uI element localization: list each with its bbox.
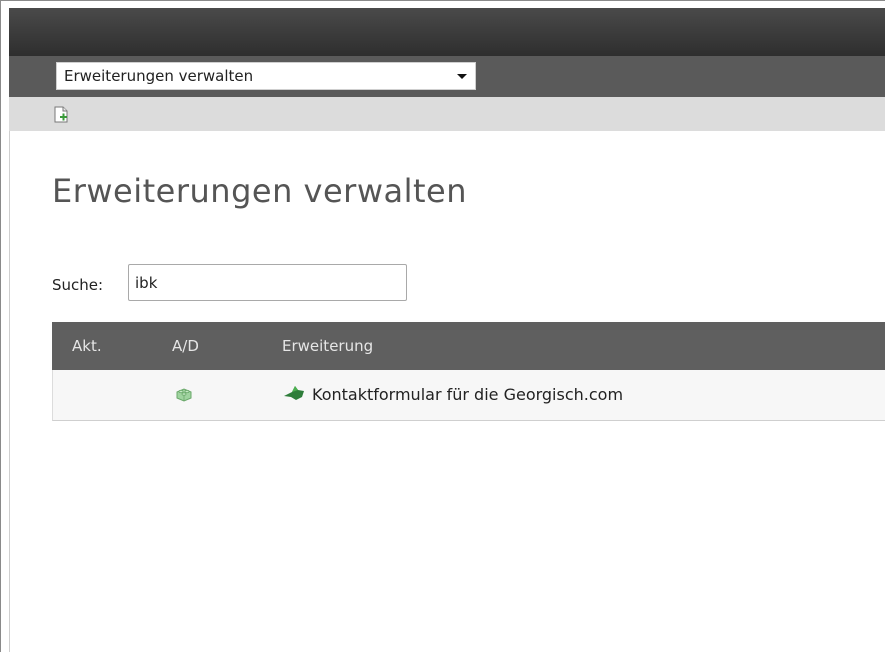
extensions-table: Akt. A/D Erweiterung Kontaktformular für… bbox=[52, 322, 885, 421]
search-input[interactable] bbox=[128, 264, 407, 301]
extension-title-link[interactable]: Kontaktformular für die Georgisch.com bbox=[312, 385, 623, 404]
column-header-ad[interactable]: A/D bbox=[172, 337, 199, 355]
module-select-dropdown[interactable]: Erweiterungen verwalten bbox=[56, 62, 476, 90]
page-title: Erweiterungen verwalten bbox=[52, 172, 467, 210]
column-header-action[interactable]: Akt. bbox=[72, 337, 102, 355]
doc-header-toolbar bbox=[9, 97, 885, 131]
module-select-bar: Erweiterungen verwalten bbox=[9, 56, 885, 97]
chevron-down-icon bbox=[457, 74, 467, 79]
content-border bbox=[9, 131, 10, 652]
new-document-icon[interactable] bbox=[54, 106, 68, 123]
lego-brick-icon[interactable] bbox=[175, 386, 193, 403]
module-select-value: Erweiterungen verwalten bbox=[64, 67, 254, 85]
table-row: Kontaktformular für die Georgisch.com bbox=[52, 370, 885, 421]
extension-icon bbox=[284, 386, 304, 400]
top-bar bbox=[9, 8, 885, 56]
table-header: Akt. A/D Erweiterung bbox=[52, 322, 885, 370]
search-label: Suche: bbox=[52, 276, 104, 294]
column-header-extension[interactable]: Erweiterung bbox=[282, 337, 373, 355]
